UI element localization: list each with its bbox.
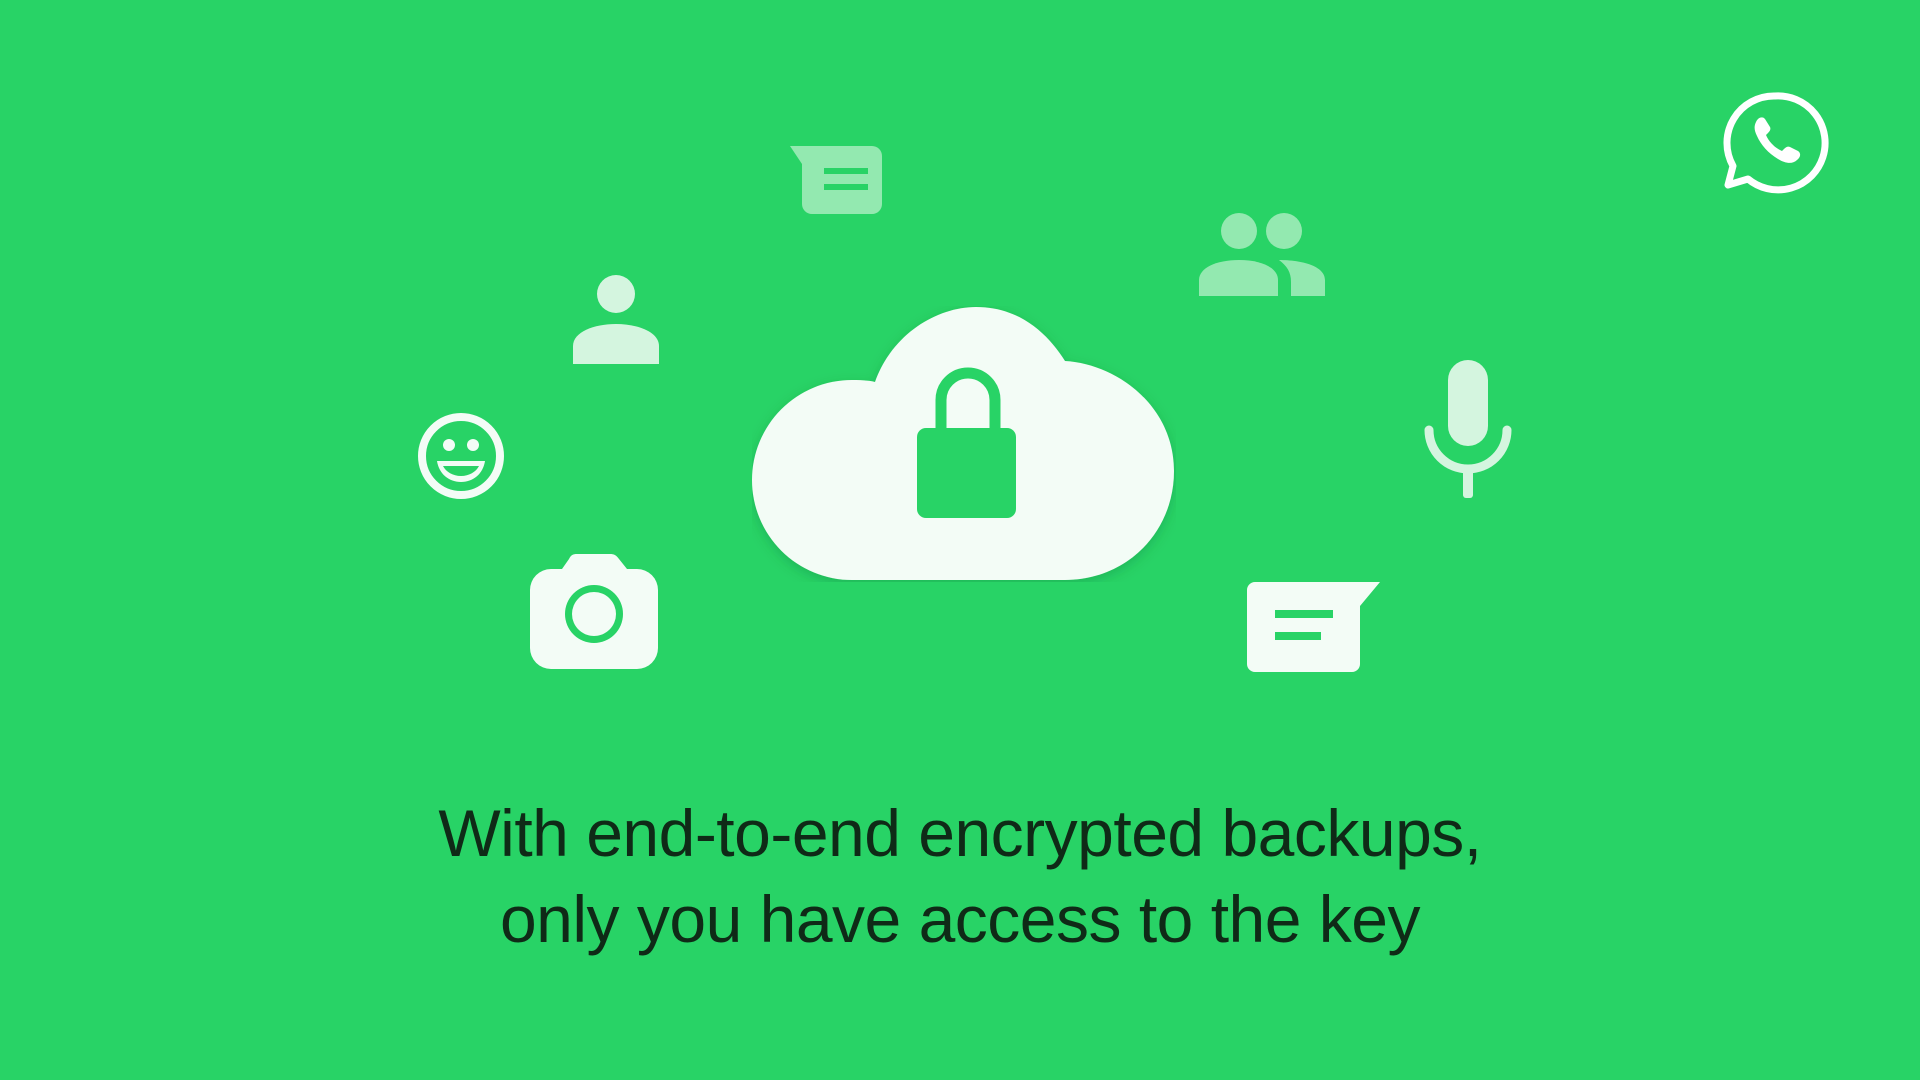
group-people-icon bbox=[1199, 213, 1325, 296]
person-icon bbox=[573, 275, 659, 364]
headline: With end-to-end encrypted backups, only … bbox=[0, 790, 1920, 962]
headline-line-2: only you have access to the key bbox=[499, 882, 1421, 956]
whatsapp-logo-icon bbox=[1723, 92, 1829, 194]
message-bubble-icon bbox=[1247, 582, 1380, 672]
message-bubble-icon bbox=[790, 146, 882, 214]
smiley-face-icon bbox=[418, 413, 504, 499]
headline-line-1: With end-to-end encrypted backups, bbox=[438, 796, 1482, 870]
camera-icon bbox=[530, 554, 658, 669]
cloud-lock-icon bbox=[752, 307, 1174, 580]
microphone-icon bbox=[1424, 360, 1512, 498]
